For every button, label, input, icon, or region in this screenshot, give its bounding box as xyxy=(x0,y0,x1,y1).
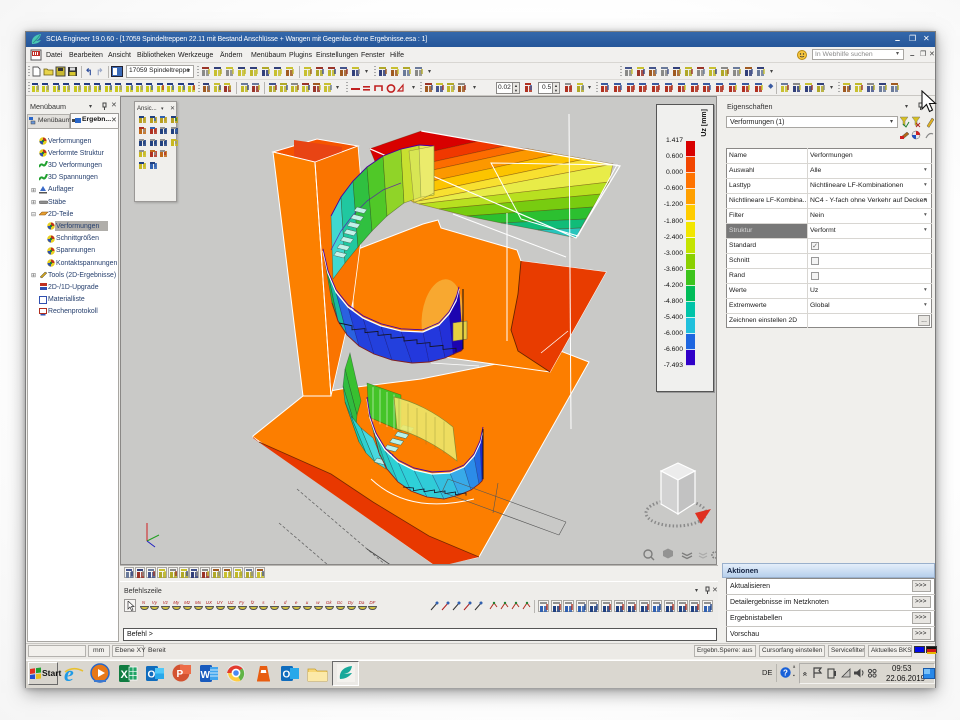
svg-text:W: W xyxy=(201,670,211,681)
svg-text:O: O xyxy=(148,670,156,681)
svg-text:X: X xyxy=(121,669,129,681)
svg-text:P: P xyxy=(177,669,184,680)
svg-text:?: ? xyxy=(783,669,788,678)
svg-text:e: e xyxy=(64,663,74,684)
svg-text:O: O xyxy=(283,670,291,681)
